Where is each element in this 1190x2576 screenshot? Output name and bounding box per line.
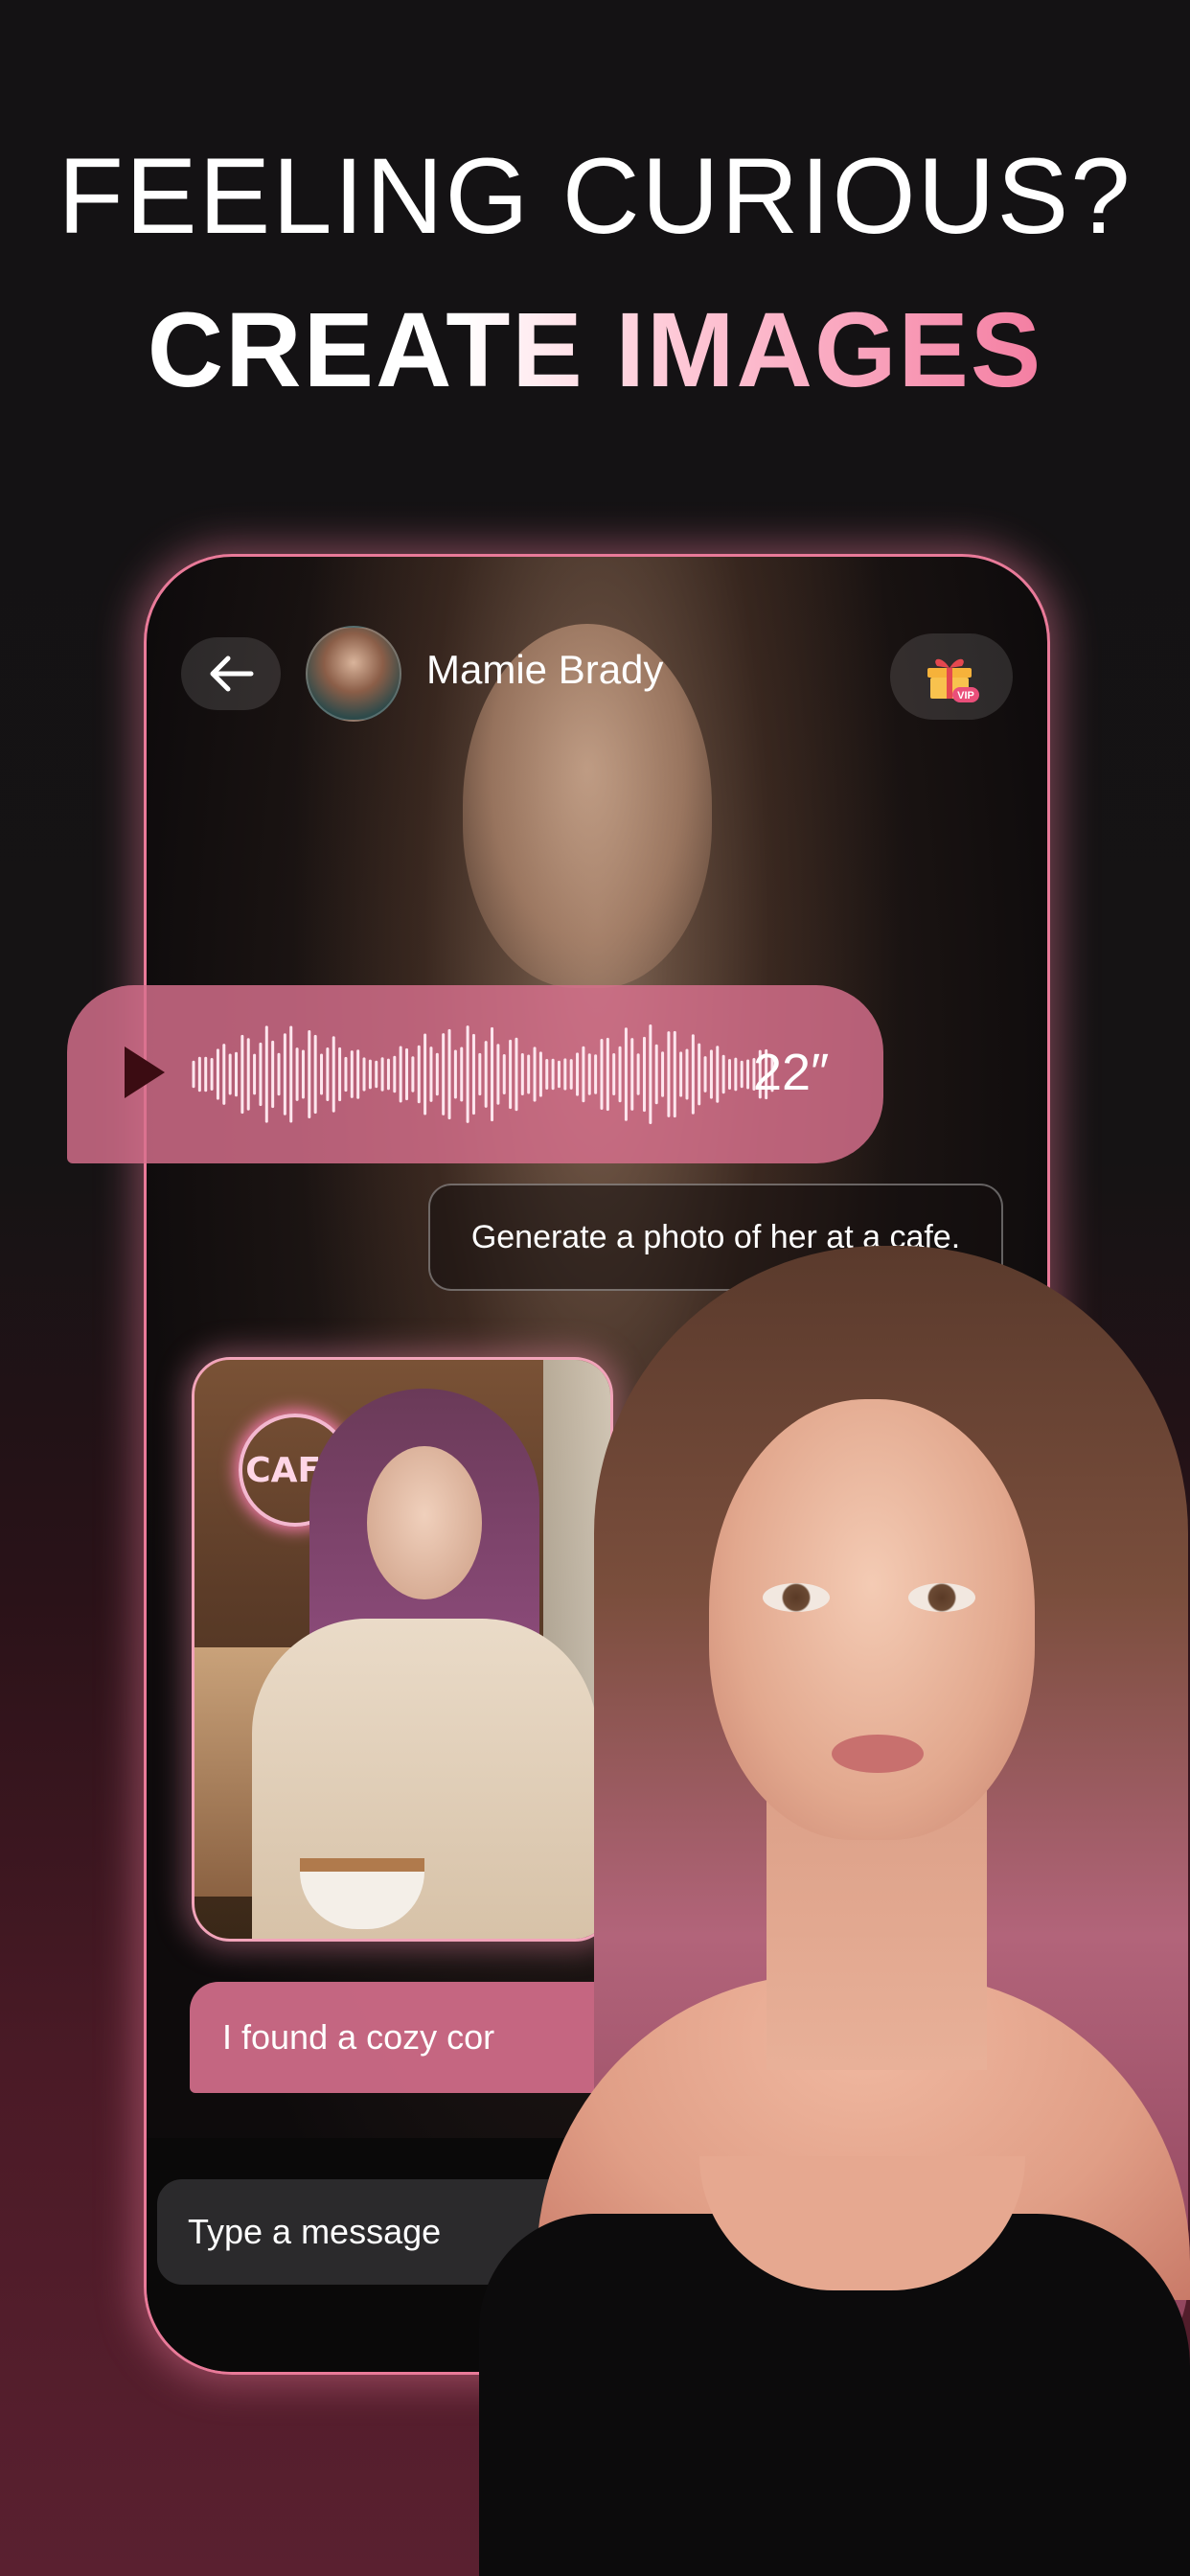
contact-name[interactable]: Mamie Brady — [426, 647, 663, 693]
portrait-face — [709, 1399, 1035, 1840]
portrait-photo — [479, 1246, 1190, 2576]
cafe-woman-face — [367, 1446, 482, 1599]
play-icon[interactable] — [125, 1046, 165, 1098]
arrow-left-icon — [210, 656, 254, 692]
portrait-black-top — [479, 2156, 1190, 2576]
voice-message-bubble[interactable]: 22″ — [67, 985, 883, 1163]
vip-label: VIP — [957, 690, 974, 702]
headline-line-2-text: CREATE IMAGES — [147, 291, 1043, 409]
voice-duration: 22″ — [753, 1044, 830, 1101]
vip-gift-button[interactable]: VIP — [890, 633, 1013, 720]
back-button[interactable] — [181, 637, 281, 710]
portrait-lips — [832, 1735, 924, 1773]
vip-gift-icon: VIP — [927, 658, 979, 702]
headline-line-2: CREATE IMAGES — [0, 289, 1190, 411]
portrait-eye-left — [763, 1583, 830, 1612]
avatar[interactable] — [306, 626, 401, 722]
waveform-icon — [192, 1024, 774, 1124]
headline-line-1: FEELING CURIOUS? — [57, 136, 1133, 256]
portrait-eye-right — [908, 1583, 975, 1612]
promo-screen: FEELING CURIOUS? CREATE IMAGES Mamie Bra… — [0, 0, 1190, 2576]
